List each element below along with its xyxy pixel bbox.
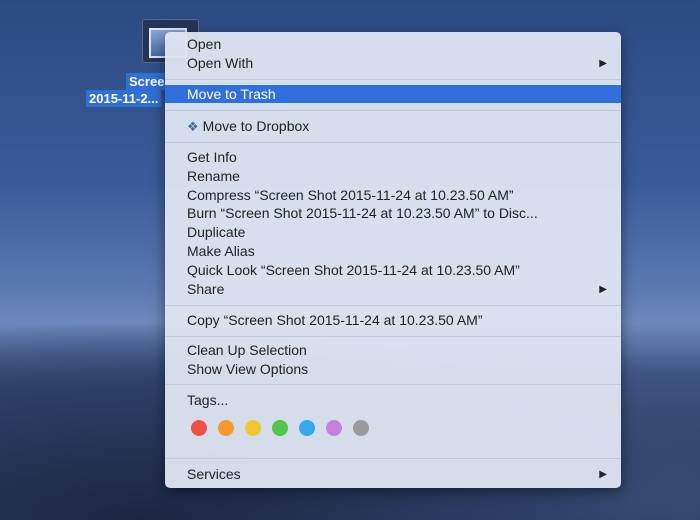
submenu-arrow-icon: ▶ <box>599 284 607 295</box>
label: Tags... <box>187 392 229 408</box>
dropbox-icon: ❖ <box>187 119 199 134</box>
menu-item-compress[interactable]: Compress “Screen Shot 2015-11-24 at 10.2… <box>165 186 621 205</box>
menu-item-get-info[interactable]: Get Info <box>165 148 621 167</box>
menu-item-open-with[interactable]: Open With ▶ <box>165 54 621 73</box>
label: Quick Look “Screen Shot 2015-11-24 at 10… <box>187 262 520 278</box>
tag-color-dot[interactable] <box>191 420 207 436</box>
label: Share <box>187 281 225 297</box>
file-label-line2[interactable]: 2015-11-2... <box>86 90 162 107</box>
label: Burn “Screen Shot 2015-11-24 at 10.23.50… <box>187 205 538 221</box>
menu-item-duplicate[interactable]: Duplicate <box>165 223 621 242</box>
menu-item-services[interactable]: Services ▶ <box>165 465 621 484</box>
context-menu: Open Open With ▶ Move to Trash ❖ Move to D… <box>165 32 621 488</box>
separator <box>165 142 621 143</box>
label: Move to Dropbox <box>202 118 310 134</box>
menu-item-copy[interactable]: Copy “Screen Shot 2015-11-24 at 10.23.50… <box>165 311 621 330</box>
label: Clean Up Selection <box>187 342 307 358</box>
label: Compress “Screen Shot 2015-11-24 at 10.2… <box>187 187 514 203</box>
separator <box>165 110 621 111</box>
separator <box>165 305 621 306</box>
menu-item-open[interactable]: Open <box>165 35 621 54</box>
menu-item-rename[interactable]: Rename <box>165 167 621 186</box>
menu-item-tags[interactable]: Tags... <box>165 391 621 410</box>
menu-item-clean-up-selection[interactable]: Clean Up Selection <box>165 341 621 360</box>
label: Open With <box>187 55 254 71</box>
label: Services <box>187 466 241 482</box>
menu-item-share[interactable]: Share ▶ <box>165 280 621 299</box>
label: Duplicate <box>187 224 246 240</box>
menu-item-quick-look[interactable]: Quick Look “Screen Shot 2015-11-24 at 10… <box>165 261 621 280</box>
file-label-line1[interactable]: Scree <box>126 73 168 90</box>
tag-color-dot[interactable] <box>299 420 315 436</box>
menu-item-burn[interactable]: Burn “Screen Shot 2015-11-24 at 10.23.50… <box>165 204 621 223</box>
label: Rename <box>187 168 240 184</box>
label: Open <box>187 36 222 52</box>
submenu-arrow-icon: ▶ <box>599 469 607 480</box>
menu-item-move-to-dropbox[interactable]: ❖ Move to Dropbox <box>165 117 621 136</box>
tag-color-dot[interactable] <box>245 420 261 436</box>
label: Get Info <box>187 149 237 165</box>
separator <box>165 384 621 385</box>
label: Make Alias <box>187 243 255 259</box>
tag-color-dot[interactable] <box>353 420 369 436</box>
separator <box>165 336 621 337</box>
label: Show View Options <box>187 361 309 377</box>
menu-item-move-to-trash[interactable]: Move to Trash <box>165 85 621 103</box>
separator <box>165 458 621 459</box>
label: Move to Trash <box>187 86 276 102</box>
tag-color-dot[interactable] <box>218 420 234 436</box>
menu-item-make-alias[interactable]: Make Alias <box>165 242 621 261</box>
submenu-arrow-icon: ▶ <box>599 58 607 69</box>
tag-color-dot[interactable] <box>326 420 342 436</box>
separator <box>165 79 621 80</box>
tag-color-dot[interactable] <box>272 420 288 436</box>
label: Copy “Screen Shot 2015-11-24 at 10.23.50… <box>187 312 483 328</box>
menu-item-show-view-options[interactable]: Show View Options <box>165 360 621 379</box>
